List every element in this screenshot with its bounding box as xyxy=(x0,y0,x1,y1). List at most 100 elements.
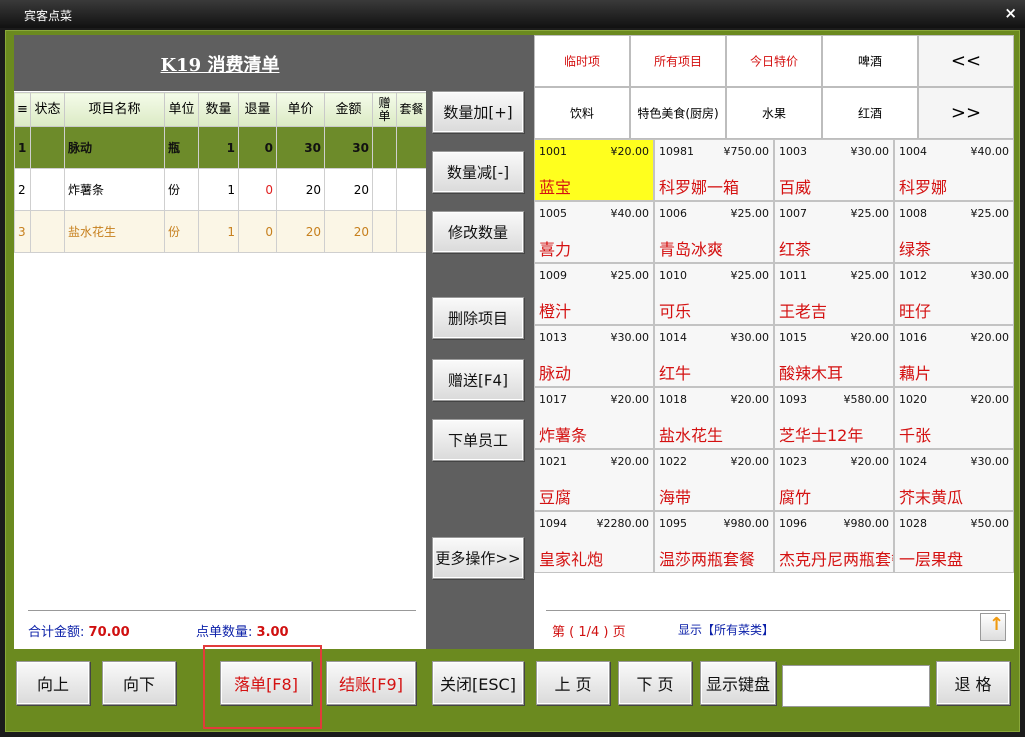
menu-item[interactable]: 1094 ¥2280.00 皇家礼炮 xyxy=(534,511,654,573)
gift-button[interactable]: 赠送[F4] xyxy=(432,359,524,401)
category-tab[interactable]: 饮料 xyxy=(534,87,630,139)
qty-add-label: 数量加[+] xyxy=(443,103,513,122)
item-code: 1012 xyxy=(899,269,927,282)
item-price: ¥20.00 xyxy=(730,393,770,406)
order-row[interactable]: 1 脉动瓶 1 0 30 30 xyxy=(14,126,427,169)
menu-item[interactable]: 1012 ¥30.00 旺仔 xyxy=(894,263,1014,325)
item-price: ¥20.00 xyxy=(970,331,1010,344)
category-label: 红酒 xyxy=(857,106,882,121)
menu-item[interactable]: 1014 ¥30.00 红牛 xyxy=(654,325,774,387)
menu-item[interactable]: 1010 ¥25.00 可乐 xyxy=(654,263,774,325)
category-tab[interactable]: 啤酒 xyxy=(822,35,918,87)
action-column: 数量加[+] 数量减[-] 修改数量 删除项目 赠送[F4] 下单员工 更多操作… xyxy=(426,35,534,649)
item-price: ¥30.00 xyxy=(970,455,1010,468)
order-cell-unit: 份 xyxy=(164,168,199,211)
more-actions-label: 更多操作>> xyxy=(435,549,521,568)
pos-window: 宾客点菜 × K19 消费清单 ≡ 状态 项目名称 单位 数量 退量 单价 金额… xyxy=(0,0,1025,737)
menu-item[interactable]: 1015 ¥20.00 酸辣木耳 xyxy=(774,325,894,387)
category-tab[interactable]: 红酒 xyxy=(822,87,918,139)
order-cell-idx: 1 xyxy=(14,126,31,169)
menu-item[interactable]: 1007 ¥25.00 红茶 xyxy=(774,201,894,263)
order-staff-button[interactable]: 下单员工 xyxy=(432,419,524,461)
menu-item[interactable]: 1023 ¥20.00 腐竹 xyxy=(774,449,894,511)
qty-edit-button[interactable]: 修改数量 xyxy=(432,211,524,253)
menu-item[interactable]: 1016 ¥20.00 藕片 xyxy=(894,325,1014,387)
menu-item[interactable]: 1011 ¥25.00 王老吉 xyxy=(774,263,894,325)
menu-item[interactable]: 1021 ¥20.00 豆腐 xyxy=(534,449,654,511)
next-category-button[interactable]: >> xyxy=(918,87,1014,139)
order-row[interactable]: 3 盐水花生份 1 0 20 20 xyxy=(14,210,427,253)
close-dialog-button[interactable]: 关闭[ESC] xyxy=(432,661,524,705)
menu-item[interactable]: 1093 ¥580.00 芝华士12年 xyxy=(774,387,894,449)
item-code: 1010 xyxy=(659,269,687,282)
delete-item-button[interactable]: 删除项目 xyxy=(432,297,524,339)
col-return: 退量 xyxy=(238,92,277,127)
menu-item[interactable]: 1009 ¥25.00 橙汁 xyxy=(534,263,654,325)
item-name: 芥末黄瓜 xyxy=(899,488,964,507)
item-name: 百威 xyxy=(779,178,812,197)
col-menu-icon[interactable]: ≡ xyxy=(14,92,31,127)
item-code: 1016 xyxy=(899,331,927,344)
category-tab[interactable]: 特色美食(厨房) xyxy=(630,87,726,139)
item-price: ¥20.00 xyxy=(730,455,770,468)
menu-item[interactable]: 1001 ¥20.00 蓝宝 xyxy=(534,139,654,201)
menu-item[interactable]: 1005 ¥40.00 喜力 xyxy=(534,201,654,263)
keyboard-input[interactable] xyxy=(782,665,930,707)
menu-item[interactable]: 1095 ¥980.00 温莎两瓶套餐 xyxy=(654,511,774,573)
close-icon[interactable]: × xyxy=(1004,4,1017,22)
total-value: 70.00 xyxy=(88,625,130,640)
menu-item[interactable]: 1004 ¥40.00 科罗娜 xyxy=(894,139,1014,201)
category-tab[interactable]: 水果 xyxy=(726,87,822,139)
item-name: 绿茶 xyxy=(899,240,932,259)
order-cell-status xyxy=(30,168,65,211)
next-page-button[interactable]: 下 页 xyxy=(618,661,692,705)
menu-item[interactable]: 1022 ¥20.00 海带 xyxy=(654,449,774,511)
show-keyboard-button[interactable]: 显示键盘 xyxy=(700,661,776,705)
menu-item[interactable]: 1020 ¥20.00 千张 xyxy=(894,387,1014,449)
menu-item[interactable]: 1013 ¥30.00 脉动 xyxy=(534,325,654,387)
menu-item[interactable]: 1006 ¥25.00 青岛冰爽 xyxy=(654,201,774,263)
menu-item[interactable]: 10981 ¥750.00 科罗娜一箱 xyxy=(654,139,774,201)
menu-item[interactable]: 1017 ¥20.00 炸薯条 xyxy=(534,387,654,449)
menu-divider xyxy=(546,610,1010,611)
order-row[interactable]: 2 炸薯条份 1 0 20 20 xyxy=(14,168,427,211)
menu-panel: 临时项 所有项目 今日特价 啤酒 << 饮料 特色美食(厨房) 水果 红酒 >> 1001 ¥20.… xyxy=(534,35,1014,649)
item-name: 可乐 xyxy=(659,302,692,321)
backspace-button[interactable]: 退 格 xyxy=(936,661,1010,705)
order-cell-price: 30 xyxy=(276,126,325,169)
order-cell-ret: 0 xyxy=(238,126,277,169)
category-tab[interactable]: 临时项 xyxy=(534,35,630,87)
scroll-up-button[interactable]: ↑ xyxy=(980,613,1006,641)
prev-category-button[interactable]: << xyxy=(918,35,1014,87)
category-label: 啤酒 xyxy=(857,54,882,69)
category-tab[interactable]: 所有项目 xyxy=(630,35,726,87)
menu-item[interactable]: 1018 ¥20.00 盐水花生 xyxy=(654,387,774,449)
menu-item[interactable]: 1028 ¥50.00 一层果盘 xyxy=(894,511,1014,573)
order-cell-amount: 20 xyxy=(324,168,373,211)
menu-item[interactable]: 1003 ¥30.00 百威 xyxy=(774,139,894,201)
item-price: ¥25.00 xyxy=(850,269,890,282)
menu-item[interactable]: 1024 ¥30.00 芥末黄瓜 xyxy=(894,449,1014,511)
item-name: 芝华士12年 xyxy=(779,426,864,445)
qty-add-button[interactable]: 数量加[+] xyxy=(432,91,524,133)
more-actions-button[interactable]: 更多操作>> xyxy=(432,537,524,579)
next-page-label: 下 页 xyxy=(636,675,674,694)
item-code: 1017 xyxy=(539,393,567,406)
item-name: 杰克丹尼两瓶套餐 xyxy=(779,550,893,569)
menu-item[interactable]: 1096 ¥980.00 杰克丹尼两瓶套餐 xyxy=(774,511,894,573)
display-filter[interactable]: 显示【所有菜类】 xyxy=(678,621,774,638)
menu-item[interactable]: 1008 ¥25.00 绿茶 xyxy=(894,201,1014,263)
order-cell-name: 脉动 xyxy=(64,126,165,169)
prev-page-button[interactable]: 上 页 xyxy=(536,661,610,705)
backspace-label: 退 格 xyxy=(954,675,992,694)
order-cell-idx: 2 xyxy=(14,168,31,211)
item-code: 1007 xyxy=(779,207,807,220)
delete-item-label: 删除项目 xyxy=(447,309,508,328)
item-name: 千张 xyxy=(899,426,932,445)
move-up-button[interactable]: 向上 xyxy=(16,661,90,705)
checkout-button[interactable]: 结账[F9] xyxy=(326,661,416,705)
qty-sub-button[interactable]: 数量减[-] xyxy=(432,151,524,193)
category-tab[interactable]: 今日特价 xyxy=(726,35,822,87)
move-down-button[interactable]: 向下 xyxy=(102,661,176,705)
item-price: ¥30.00 xyxy=(850,145,890,158)
